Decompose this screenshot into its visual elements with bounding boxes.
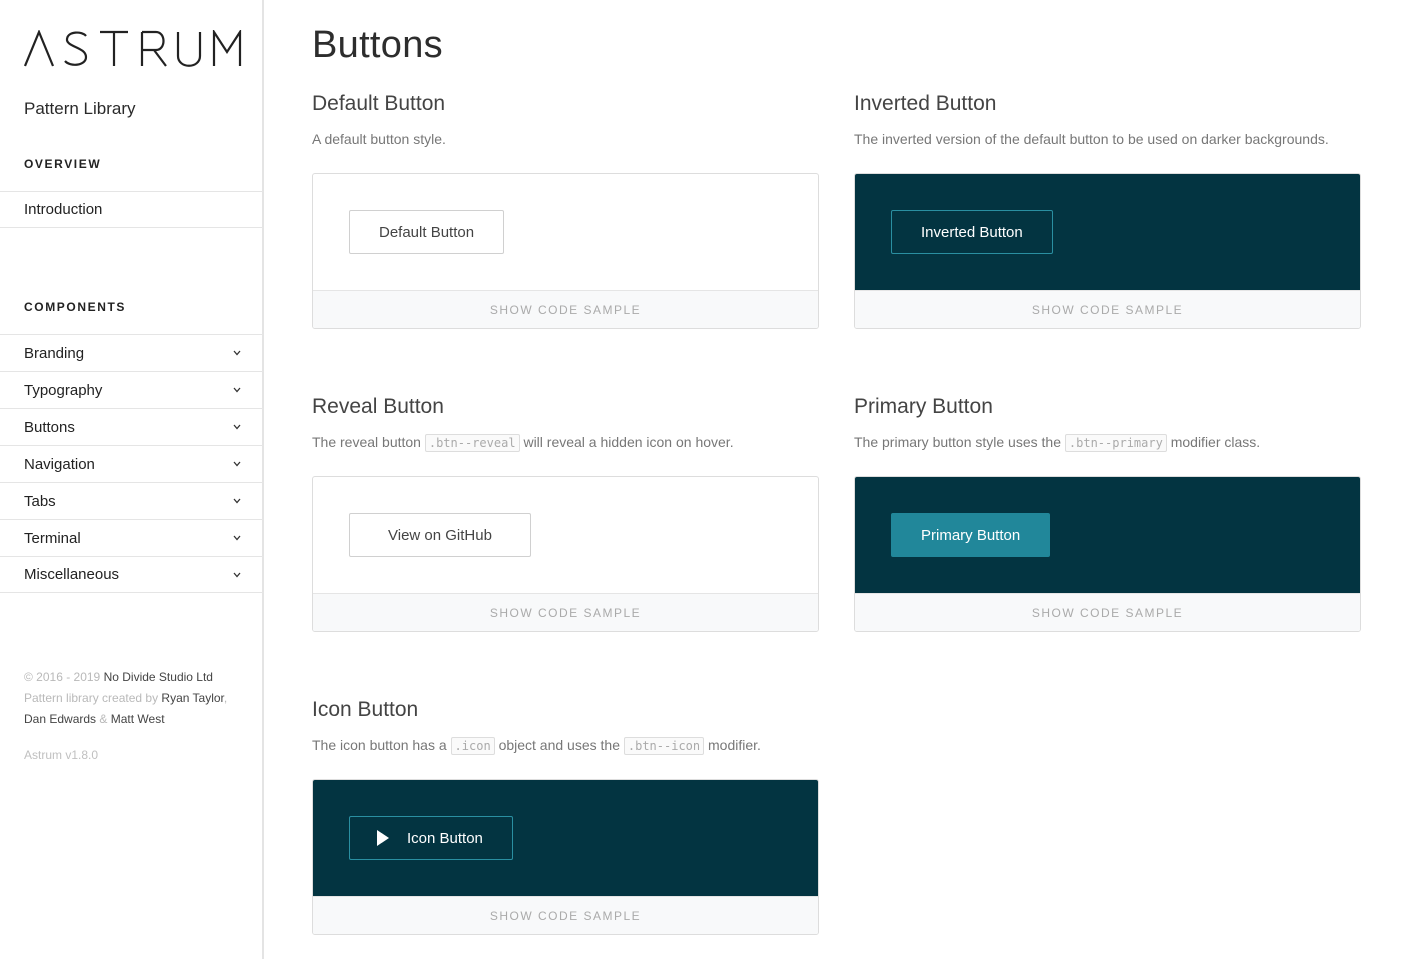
demo-panel: Icon Button SHOW CODE SAMPLE: [312, 779, 819, 935]
desc-text: modifier.: [708, 737, 761, 753]
sidebar-item-tabs[interactable]: Tabs: [0, 482, 264, 519]
copyright-text: © 2016 - 2019: [24, 670, 101, 684]
icon-button-label: Icon Button: [407, 829, 483, 847]
demo-panel: Primary Button SHOW CODE SAMPLE: [854, 476, 1361, 632]
demo-panel: View on GitHub SHOW CODE SAMPLE: [312, 476, 819, 632]
icon-button-card: Icon Button The icon button has a .icon …: [312, 698, 819, 935]
show-code-sample-button[interactable]: SHOW CODE SAMPLE: [313, 896, 818, 934]
sidebar-item-navigation[interactable]: Navigation: [0, 445, 264, 482]
author-link-matt[interactable]: Matt West: [111, 712, 165, 726]
demo-panel: Default Button SHOW CODE SAMPLE: [312, 173, 819, 329]
sidebar-item-label: Buttons: [24, 418, 75, 436]
sidebar-item-terminal[interactable]: Terminal: [0, 519, 264, 556]
page-title: Buttons: [312, 24, 443, 66]
default-button[interactable]: Default Button: [349, 210, 505, 254]
sidebar-item-introduction[interactable]: Introduction: [0, 191, 264, 228]
code-snippet: .btn--primary: [1064, 434, 1167, 452]
main-content: Buttons Default Button A default button …: [312, 0, 1372, 959]
demo-area: View on GitHub: [313, 477, 818, 593]
reveal-button-card: Reveal Button The reveal button .btn--re…: [312, 395, 819, 632]
author-link-ryan[interactable]: Ryan Taylor: [161, 691, 223, 705]
demo-area: Default Button: [313, 174, 818, 290]
show-code-sample-button[interactable]: SHOW CODE SAMPLE: [855, 593, 1360, 631]
desc-text: The primary button style uses the: [854, 434, 1061, 450]
sidebar-item-label: Navigation: [24, 455, 95, 473]
desc-text: will reveal a hidden icon on hover.: [523, 434, 734, 450]
chevron-down-icon[interactable]: [232, 570, 242, 580]
astrum-logo-mark: [24, 30, 242, 67]
components-nav: Branding Typography Buttons Navigation T…: [0, 334, 264, 593]
desc-text: modifier class.: [1170, 434, 1261, 450]
demo-panel: Inverted Button SHOW CODE SAMPLE: [854, 173, 1361, 329]
sidebar-item-label: Tabs: [24, 492, 56, 510]
card-title: Reveal Button: [312, 395, 444, 418]
card-title: Default Button: [312, 92, 446, 115]
created-by-text: Pattern library created by: [24, 691, 159, 705]
chevron-down-icon[interactable]: [232, 496, 242, 506]
icon-button[interactable]: Icon Button: [349, 816, 513, 860]
card-title: Icon Button: [312, 698, 419, 721]
sidebar: Pattern Library OVERVIEW Introduction CO…: [0, 0, 264, 959]
code-snippet: .btn--icon: [623, 737, 705, 755]
sidebar-item-label: Introduction: [24, 201, 103, 218]
chevron-down-icon[interactable]: [232, 385, 242, 395]
view-on-github-button[interactable]: View on GitHub: [349, 513, 531, 557]
sidebar-item-label: Miscellaneous: [24, 566, 120, 583]
sidebar-item-miscellaneous[interactable]: Miscellaneous: [0, 556, 264, 593]
code-snippet: .btn--reveal: [424, 434, 520, 452]
card-title: Inverted Button: [854, 92, 997, 115]
chevron-down-icon[interactable]: [232, 422, 242, 432]
sidebar-item-label: Terminal: [24, 529, 81, 547]
chevron-down-icon[interactable]: [232, 348, 242, 358]
code-snippet: .icon: [450, 737, 495, 755]
primary-button[interactable]: Primary Button: [891, 513, 1051, 557]
company-link[interactable]: No Divide Studio Ltd: [104, 670, 213, 684]
card-description: The primary button style uses the .btn--…: [854, 434, 1361, 454]
card-description: The icon button has a .icon object and u…: [312, 737, 819, 757]
desc-text: The icon button has a: [312, 737, 447, 753]
sidebar-item-label: Branding: [24, 344, 85, 362]
version-text: Astrum v1.8.0: [24, 748, 99, 762]
inverted-button-card: Inverted Button The inverted version of …: [854, 92, 1361, 329]
card-title: Primary Button: [854, 395, 993, 418]
show-code-sample-button[interactable]: SHOW CODE SAMPLE: [855, 290, 1360, 328]
overview-nav: Introduction: [0, 191, 264, 228]
inverted-button[interactable]: Inverted Button: [891, 210, 1053, 254]
chevron-down-icon[interactable]: [232, 459, 242, 469]
demo-area: Icon Button: [313, 780, 818, 896]
astrum-logo[interactable]: [24, 30, 242, 68]
chevron-down-icon[interactable]: [232, 533, 242, 543]
pattern-library-subtitle: Pattern Library: [24, 99, 136, 118]
components-heading: COMPONENTS: [24, 300, 127, 314]
demo-area: Primary Button: [855, 477, 1360, 593]
sidebar-footer: © 2016 - 2019 No Divide Studio Ltd Patte…: [24, 670, 228, 726]
demo-area: Inverted Button: [855, 174, 1360, 290]
desc-text: object and uses the: [498, 737, 620, 753]
sidebar-item-label: Typography: [24, 381, 103, 399]
show-code-sample-button[interactable]: SHOW CODE SAMPLE: [313, 290, 818, 328]
card-description: The reveal button .btn--reveal will reve…: [312, 434, 819, 454]
amp-text: &: [99, 712, 108, 726]
sidebar-item-branding[interactable]: Branding: [0, 334, 264, 371]
desc-text: The reveal button: [312, 434, 421, 450]
card-description: The inverted version of the default butt…: [854, 131, 1329, 147]
primary-button-card: Primary Button The primary button style …: [854, 395, 1361, 632]
overview-heading: OVERVIEW: [24, 157, 102, 171]
author-link-dan[interactable]: Dan Edwards: [24, 712, 96, 726]
sidebar-item-typography[interactable]: Typography: [0, 371, 264, 408]
card-description: A default button style.: [312, 131, 446, 147]
play-icon: [376, 830, 390, 846]
show-code-sample-button[interactable]: SHOW CODE SAMPLE: [313, 593, 818, 631]
default-button-card: Default Button A default button style. D…: [312, 92, 819, 329]
sidebar-item-buttons[interactable]: Buttons: [0, 408, 264, 445]
